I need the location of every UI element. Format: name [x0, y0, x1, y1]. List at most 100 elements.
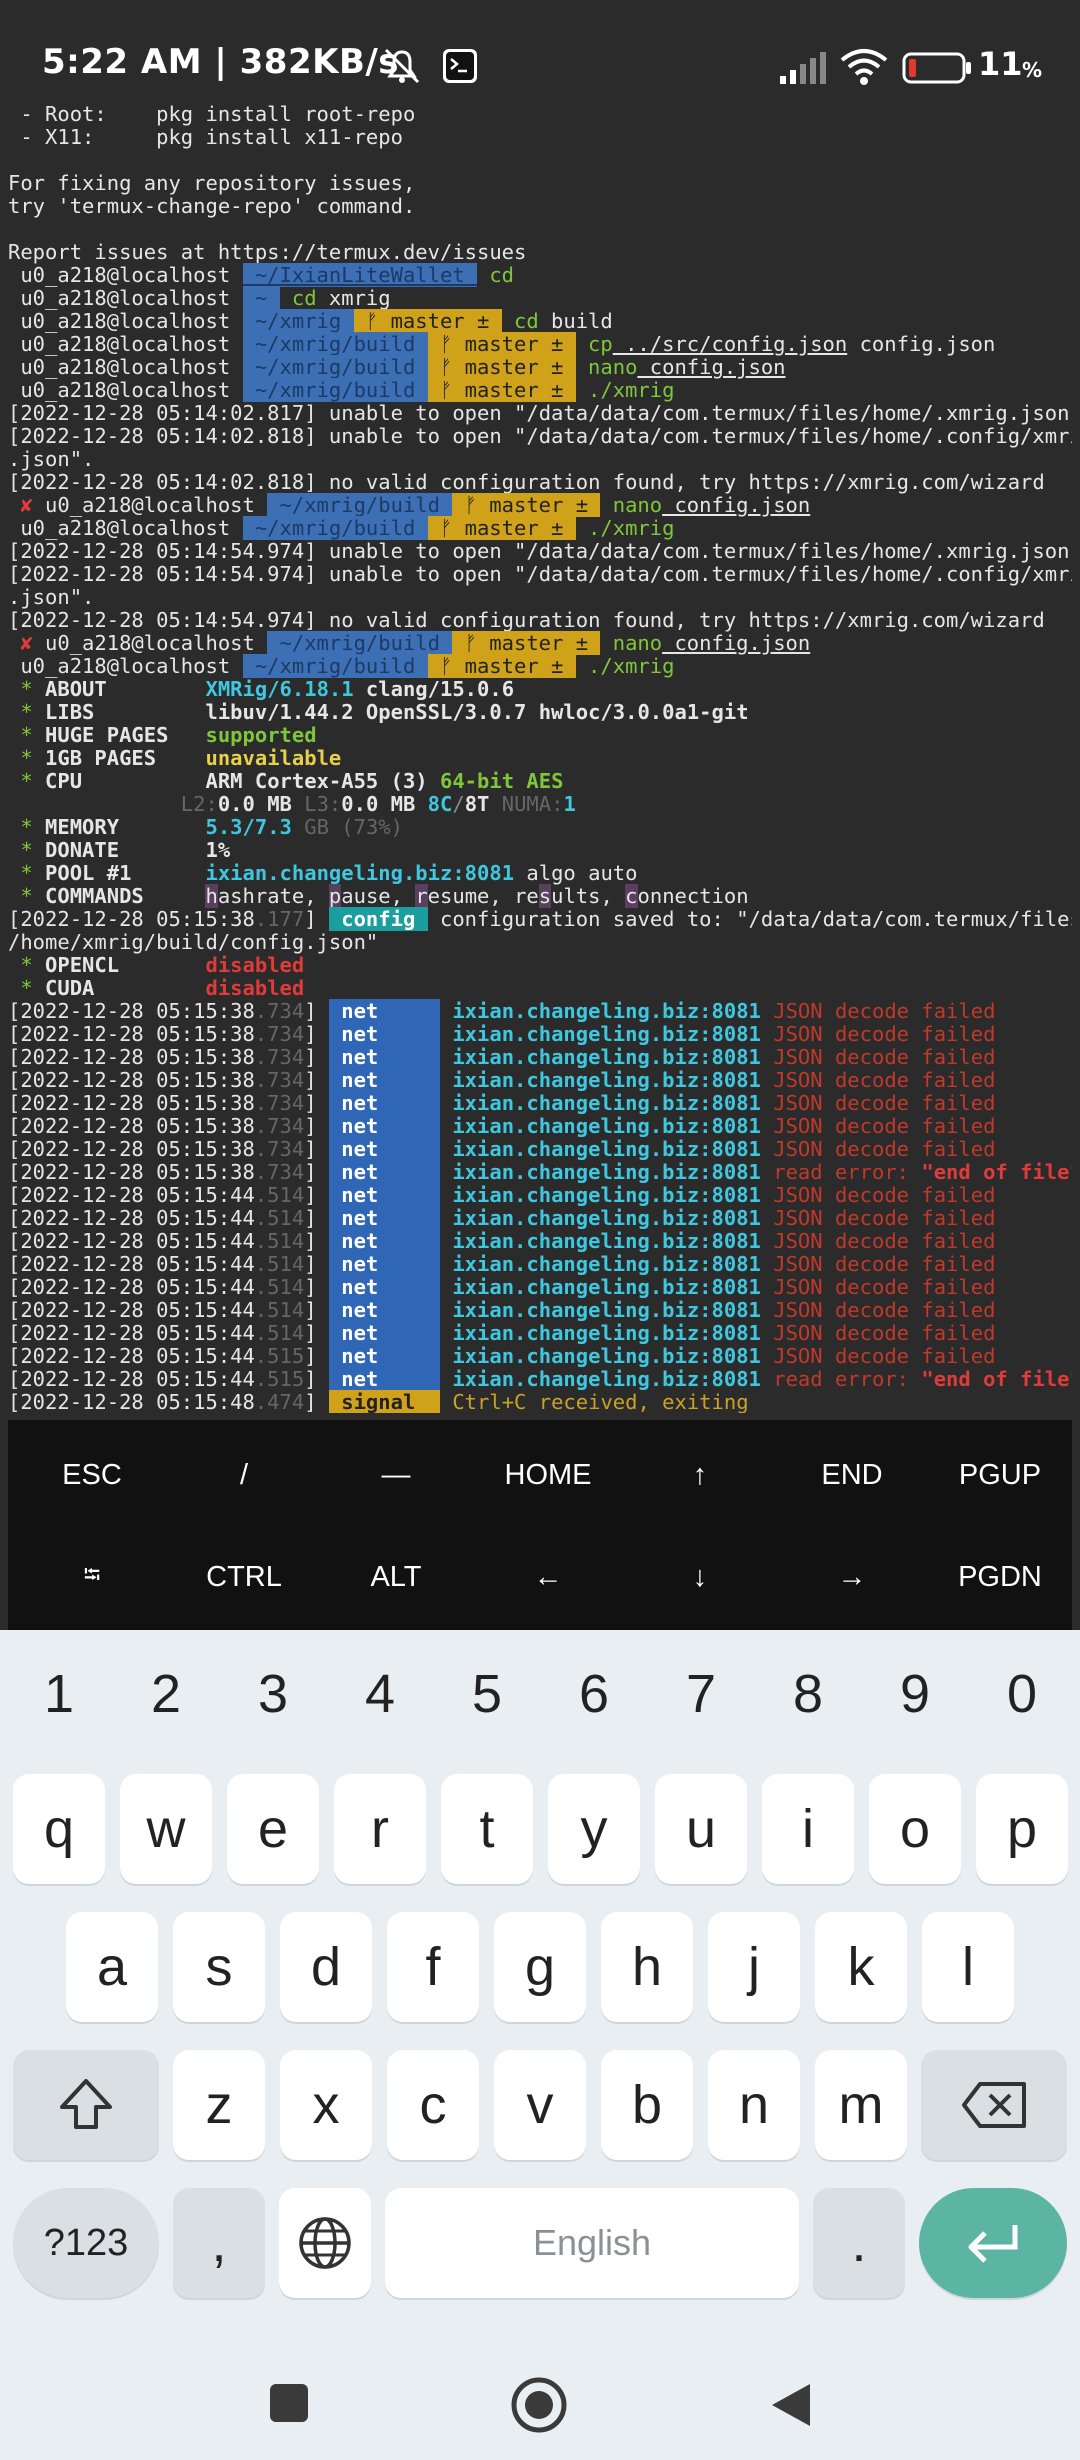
key-1[interactable]: 1	[9, 1654, 109, 1734]
slash-key[interactable]: /	[174, 1425, 314, 1525]
recents-icon[interactable]	[268, 2382, 310, 2424]
key-r[interactable]: r	[334, 1774, 426, 1884]
esc-key[interactable]: ESC	[22, 1425, 162, 1525]
key-n[interactable]: n	[708, 2050, 800, 2160]
terminal-text: ~/xmrig/build	[242, 516, 428, 540]
terminal-line: - X11: pkg install x11-repo	[8, 126, 1072, 149]
key-t[interactable]: t	[441, 1774, 533, 1884]
space-bar[interactable]: English	[385, 2188, 799, 2298]
key-m[interactable]: m	[815, 2050, 907, 2160]
terminal-text: ixian.changeling.biz:8081	[440, 1091, 761, 1115]
key-c[interactable]: c	[387, 2050, 479, 2160]
key-u[interactable]: u	[655, 1774, 747, 1884]
key-e[interactable]: e	[227, 1774, 319, 1884]
key-p[interactable]: p	[976, 1774, 1068, 1884]
home-key[interactable]: HOME	[478, 1425, 618, 1525]
terminal-line: [2022-12-28 05:15:44.514] net ixian.chan…	[8, 1252, 1072, 1276]
key-s[interactable]: s	[173, 1912, 265, 2022]
terminal-text: u0_a218@localhost	[8, 309, 243, 333]
terminal-text: disabled	[205, 953, 305, 977]
terminal-output[interactable]: - Root: pkg install root-repo - X11: pkg…	[8, 103, 1072, 1413]
terminal-text: config.json	[847, 332, 996, 356]
key-y[interactable]: y	[548, 1774, 640, 1884]
terminal-line: * CUDA disabled	[8, 977, 1072, 1000]
terminal-text: [2022-12-28 05:14:02.818] unable to open…	[8, 424, 1072, 448]
key-i[interactable]: i	[762, 1774, 854, 1884]
comma-key[interactable]: ,	[173, 2188, 265, 2298]
key-2[interactable]: 2	[116, 1654, 216, 1734]
terminal-text: .json".	[8, 585, 95, 609]
terminal-text: ~/xmrig/build	[242, 378, 428, 402]
terminal-line: [2022-12-28 05:14:02.818] no valid confi…	[8, 471, 1072, 494]
key-f[interactable]: f	[387, 1912, 479, 2022]
terminal-text: Ctrl+C received, exiting	[440, 1390, 749, 1414]
key-w[interactable]: w	[120, 1774, 212, 1884]
terminal-text: ixian.changeling.biz:8081	[440, 1275, 761, 1299]
terminal-text: net	[328, 1183, 440, 1207]
tab-key[interactable]: ⭾	[22, 1527, 162, 1627]
terminal-text: [2022-12-28 05:15:38	[8, 1091, 255, 1115]
terminal-line: [2022-12-28 05:15:44.514] net ixian.chan…	[8, 1298, 1072, 1322]
pgup-key[interactable]: PGUP	[930, 1425, 1070, 1525]
right-arrow-key[interactable]: →	[782, 1527, 922, 1627]
key-3[interactable]: 3	[223, 1654, 323, 1734]
home-icon[interactable]	[510, 2376, 568, 2434]
terminal-text: ᚠ master ±	[427, 654, 576, 678]
key-q[interactable]: q	[13, 1774, 105, 1884]
key-d[interactable]: d	[280, 1912, 372, 2022]
key-0[interactable]: 0	[972, 1654, 1072, 1734]
key-9[interactable]: 9	[865, 1654, 965, 1734]
period-key[interactable]: .	[813, 2188, 905, 2298]
terminal-text: ~/xmrig/build	[242, 332, 428, 356]
key-j[interactable]: j	[708, 1912, 800, 2022]
end-key[interactable]: END	[782, 1425, 922, 1525]
terminal-text: .734	[254, 999, 305, 1023]
up-arrow-key[interactable]: ↑	[630, 1425, 770, 1525]
terminal-text: *	[8, 746, 46, 770]
key-8[interactable]: 8	[758, 1654, 858, 1734]
extra-keys-bar: ESC / ― HOME ↑ END PGUP ⭾ CTRL ALT ← ↓ →…	[8, 1420, 1072, 1630]
key-a[interactable]: a	[66, 1912, 158, 2022]
terminal-text: u0_a218@localhost	[8, 263, 243, 287]
dash-key[interactable]: ―	[326, 1425, 466, 1525]
terminal-text: ]	[304, 1390, 329, 1414]
terminal-text: net	[328, 1068, 440, 1092]
terminal-text: net	[328, 1022, 440, 1046]
key-4[interactable]: 4	[330, 1654, 430, 1734]
terminal-line: [2022-12-28 05:15:38.177] config configu…	[8, 907, 1072, 931]
key-x[interactable]: x	[280, 2050, 372, 2160]
terminal-text: ABOUT	[45, 677, 206, 701]
terminal-line: * COMMANDS hashrate, pause, resume, resu…	[8, 884, 1072, 908]
key-k[interactable]: k	[815, 1912, 907, 2022]
back-icon[interactable]	[768, 2380, 814, 2430]
symbols-key[interactable]: ?123	[13, 2188, 159, 2298]
key-5[interactable]: 5	[437, 1654, 537, 1734]
pgdn-key[interactable]: PGDN	[930, 1527, 1070, 1627]
shift-key[interactable]	[13, 2050, 159, 2160]
key-v[interactable]: v	[494, 2050, 586, 2160]
key-b[interactable]: b	[601, 2050, 693, 2160]
terminal-text: COMMANDS	[45, 884, 206, 908]
left-arrow-key[interactable]: ←	[478, 1527, 618, 1627]
key-h[interactable]: h	[601, 1912, 693, 2022]
terminal-text: ]	[304, 1160, 329, 1184]
key-l[interactable]: l	[922, 1912, 1014, 2022]
enter-key[interactable]	[919, 2188, 1067, 2298]
status-bar: 5:22 AM | 382KB/s 11 %	[0, 0, 1080, 100]
key-7[interactable]: 7	[651, 1654, 751, 1734]
key-g[interactable]: g	[494, 1912, 586, 2022]
key-z[interactable]: z	[173, 2050, 265, 2160]
alt-key[interactable]: ALT	[326, 1527, 466, 1627]
terminal-line: try 'termux-change-repo' command.	[8, 195, 1072, 218]
key-o[interactable]: o	[869, 1774, 961, 1884]
ctrl-key[interactable]: CTRL	[174, 1527, 314, 1627]
globe-icon	[299, 2217, 351, 2269]
key-6[interactable]: 6	[544, 1654, 644, 1734]
terminal-line: Report issues at https://termux.dev/issu…	[8, 241, 1072, 264]
terminal-text: [2022-12-28 05:15:38	[8, 1022, 255, 1046]
backspace-key[interactable]	[921, 2050, 1067, 2160]
soft-keyboard: 1 2 3 4 5 6 7 8 9 0 q w e r t y u i o p …	[0, 1630, 1080, 2342]
terminal-text: u0_a218@localhost	[8, 355, 243, 379]
down-arrow-key[interactable]: ↓	[630, 1527, 770, 1627]
language-key[interactable]	[279, 2188, 371, 2298]
